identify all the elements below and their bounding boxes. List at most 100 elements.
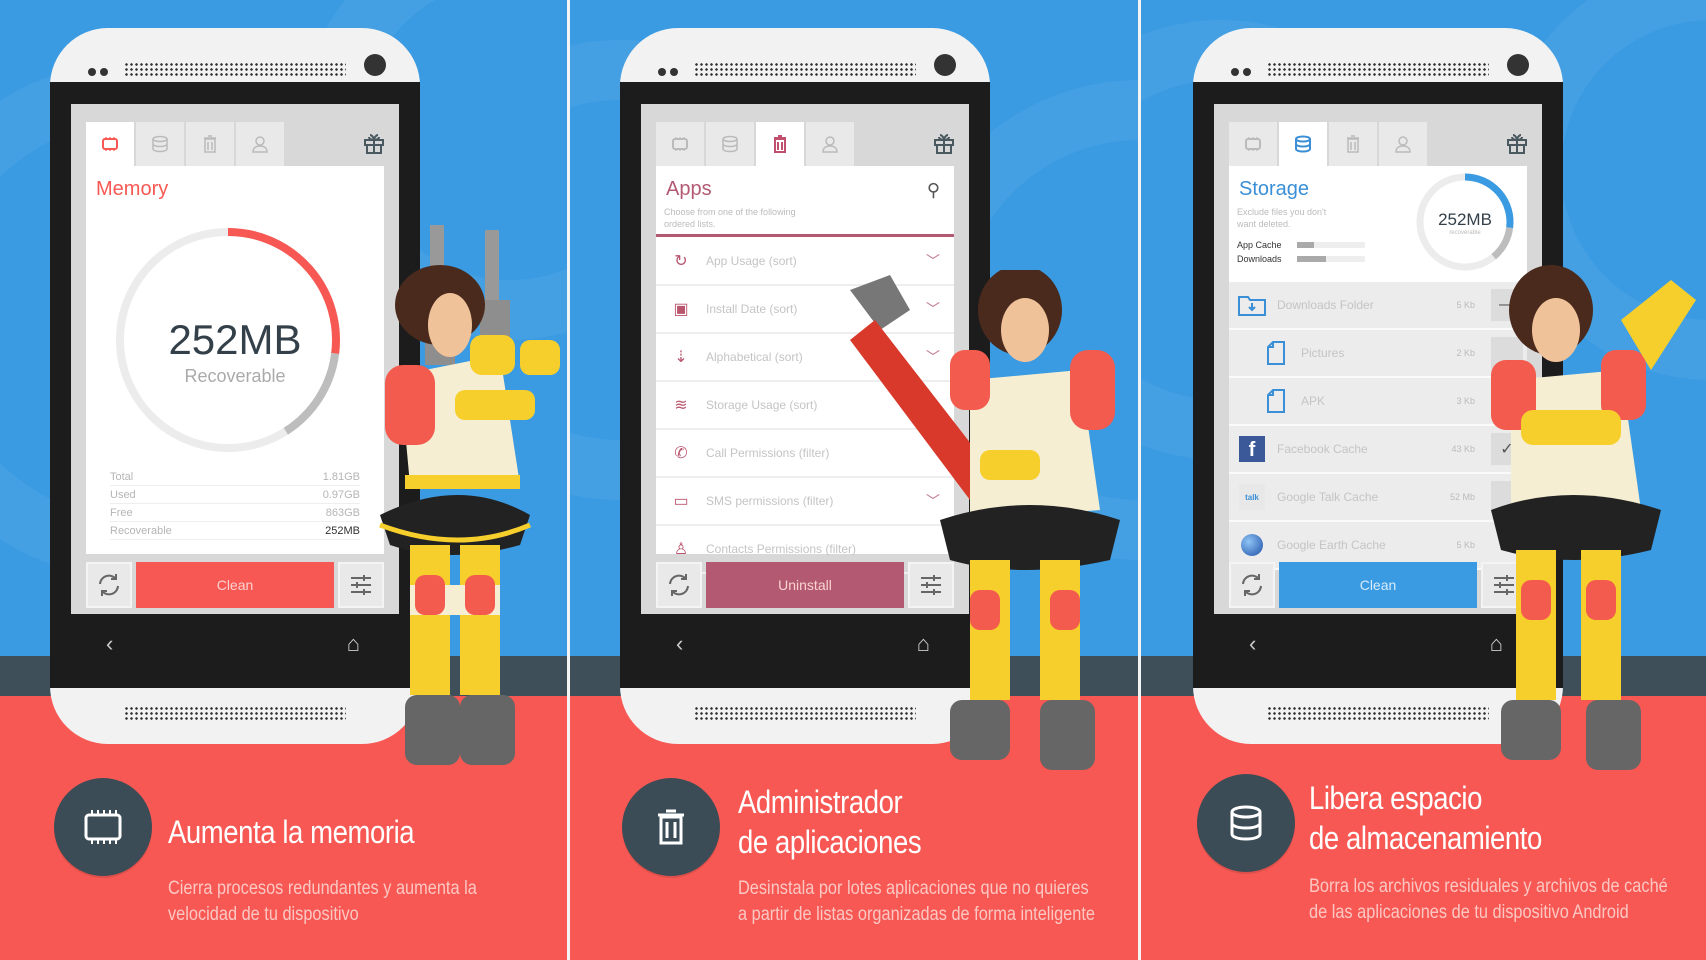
speaker-grill-top [124,62,346,78]
tab-memory[interactable] [1229,122,1277,166]
search-icon[interactable]: ⚲ [927,180,940,201]
file-icon [1261,340,1291,366]
person-icon: ♙ [673,541,689,558]
chevron-down-icon[interactable]: ﹀ [926,251,940,271]
list-item-label: Alphabetical (sort) [706,350,803,364]
trash-icon [658,809,684,845]
bar-fill [1297,256,1326,262]
memory-stats: Total 1.81GB Used 0.97GB Free 863GB Recover… [110,468,360,540]
bar-track [1297,242,1365,248]
caption-icon-badge [622,778,720,876]
tab-contacts[interactable] [1379,122,1427,166]
caption-title-line-1: Administrador [738,784,903,820]
chip-icon [84,810,122,844]
caption-title-line-2: de aplicaciones [738,824,922,860]
bar-track [1297,256,1365,262]
speaker-grill-bottom [1267,706,1489,722]
chip-icon [1245,137,1261,151]
caption-title-line-1: Libera espacio [1309,780,1482,816]
gift-icon[interactable] [363,132,385,154]
database-icon [1230,805,1262,841]
caption-title-line-2: de almacenamiento [1309,820,1542,856]
hero-character-arms-crossed [1491,265,1696,770]
database-icon: ≋ [674,397,688,414]
sensor-dots [88,68,108,76]
back-icon[interactable]: ‹ [676,631,683,657]
back-icon[interactable]: ‹ [1249,631,1256,657]
phone-mockup: Memory 252MB Recoverable Total 1.81GB Use… [50,28,420,744]
tab-contacts[interactable] [236,122,284,166]
stat-label: Free [110,506,133,519]
person-icon [822,136,838,153]
tab-apps[interactable] [1329,122,1377,166]
gift-icon[interactable] [1506,132,1528,154]
person-icon [1395,136,1411,153]
refresh-button[interactable] [1229,562,1275,608]
list-item-label: APK [1301,394,1326,408]
action-bar: Clean [86,562,384,608]
stat-row: Recoverable 252MB [110,522,360,540]
person-icon [252,136,268,153]
gauge-label: recoverable [1449,230,1481,236]
screen-subtitle: Exclude files you don't want deleted. [1237,207,1327,229]
caption-description: Desinstala por lotes aplicaciones que no… [738,878,1095,925]
bar-label: Downloads [1237,254,1282,264]
list-item-label: Facebook Cache [1277,442,1368,456]
tab-contacts[interactable] [806,122,854,166]
caption-icon-badge [1197,774,1295,872]
stat-value: 863GB [325,506,360,519]
screen-title: Storage [1239,178,1310,200]
phone-icon: ✆ [674,445,688,462]
stat-row: Free 863GB [110,504,360,522]
database-icon [1295,135,1311,153]
file-icon [1261,388,1291,414]
tab-memory[interactable] [86,122,134,166]
tab-apps[interactable] [756,122,804,166]
promo-banner: Memory 252MB Recoverable Total 1.81GB Use… [0,0,1706,960]
facebook-icon: f [1237,436,1267,462]
stat-row: Total 1.81GB [110,468,360,486]
usage-bars: App Cache Downloads [1237,238,1365,266]
gauge-value: 252MB [168,316,302,363]
tab-storage[interactable] [136,122,184,166]
home-icon[interactable]: ⌂ [347,631,360,657]
sensor-dots [1231,68,1251,76]
stat-value: 252MB [325,524,360,537]
refresh-button[interactable] [86,562,132,608]
sms-icon: ▭ [673,493,689,510]
gift-icon[interactable] [933,132,955,154]
stat-value: 0.97GB [322,488,360,501]
accent-divider [656,234,954,237]
clean-button[interactable]: Clean [1279,562,1477,608]
chip-icon [672,137,688,151]
hero-character-with-pistols [379,225,560,765]
usage-bar-row: Downloads [1237,252,1365,266]
list-item-label: Call Permissions (filter) [706,446,830,460]
clean-button[interactable]: Clean [136,562,334,608]
android-navbar: ‹ ⌂ [50,614,420,674]
bar-label: App Cache [1237,240,1282,250]
folder-download-icon [1237,292,1267,318]
tab-storage[interactable] [1279,122,1327,166]
list-item-label: App Usage (sort) [706,254,797,268]
stat-row: Used 0.97GB [110,486,360,504]
front-camera [1507,54,1529,76]
panel-memory: Memory 252MB Recoverable Total 1.81GB Use… [0,0,567,960]
back-icon[interactable]: ‹ [106,631,113,657]
tab-bar [1229,122,1429,166]
tab-storage[interactable] [706,122,754,166]
screen-subtitle: Choose from one of the following ordered… [664,207,796,229]
list-item-label: Pictures [1301,346,1345,360]
calendar-icon: ▣ [673,301,689,318]
stat-label: Total [110,470,134,483]
caption-description: Borra los archivos residuales y archivos… [1309,876,1668,923]
tab-memory[interactable] [656,122,704,166]
google-earth-icon [1237,532,1267,558]
list-item-label: SMS permissions (filter) [706,494,834,508]
usage-bar-row: App Cache [1237,238,1365,252]
speaker-grill-top [1267,62,1489,78]
google-talk-icon: talk [1237,484,1267,510]
refresh-button[interactable] [656,562,702,608]
tab-apps[interactable] [186,122,234,166]
trash-icon [1347,135,1359,153]
